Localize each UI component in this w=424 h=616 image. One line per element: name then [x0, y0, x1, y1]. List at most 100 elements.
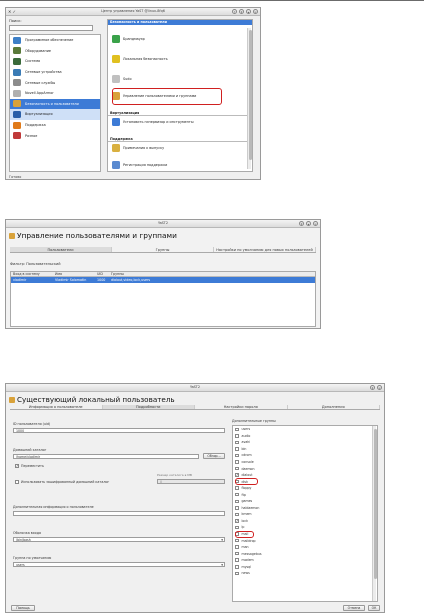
- ok-button[interactable]: ОК: [368, 605, 380, 611]
- module-panel-scrollbar[interactable]: [247, 28, 252, 169]
- size-input[interactable]: 0: [157, 479, 225, 484]
- minimize-icon[interactable]: ▾: [239, 9, 244, 14]
- module-item[interactable]: Sudo: [112, 75, 132, 83]
- sidebar-item[interactable]: Виртуализация: [10, 109, 100, 120]
- uid-input[interactable]: 1000: [13, 428, 225, 433]
- tab-users[interactable]: Пользователи: [10, 247, 112, 252]
- cancel-button[interactable]: Отмена: [343, 605, 365, 611]
- tab-password-settings[interactable]: Настройки пароля: [195, 405, 288, 409]
- page-title-text: Управление пользователями и группами: [17, 231, 177, 240]
- group-name: kmem: [241, 512, 252, 517]
- group-checkbox[interactable]: [235, 565, 239, 569]
- group-name: modem: [241, 558, 254, 563]
- group-checkbox[interactable]: [235, 427, 239, 432]
- software-icon: [13, 36, 21, 44]
- section-support-header: Поддержка: [108, 137, 247, 142]
- tab-plugins[interactable]: Дополнения: [288, 405, 380, 409]
- table-row[interactable]: vladimir Vladimir Solomatin 1000 dialout…: [11, 277, 315, 283]
- page-title: Существующий локальный пользователь: [9, 395, 175, 404]
- group-checkbox[interactable]: [235, 545, 239, 549]
- browse-button[interactable]: Обзор...: [203, 453, 225, 459]
- default-group-select[interactable]: users: [13, 562, 225, 567]
- column-groups[interactable]: Группы: [109, 272, 179, 276]
- minimize-icon[interactable]: ▾: [370, 385, 375, 390]
- tab-details[interactable]: Подробности: [102, 405, 195, 409]
- category-list: Программное обеспечение Оборудование Систе…: [9, 34, 101, 172]
- tab-groups[interactable]: Группы: [112, 247, 214, 252]
- sidebar-item[interactable]: Программное обеспечение: [10, 35, 100, 46]
- encrypted-home-checkbox-box[interactable]: [15, 480, 19, 484]
- group-checkbox-item[interactable]: news: [233, 570, 377, 577]
- user-icon: [9, 396, 15, 403]
- group-checkbox[interactable]: [235, 486, 239, 490]
- encrypted-home-checkbox[interactable]: Использовать зашифрованный домашний ката…: [15, 480, 109, 484]
- sidebar-item[interactable]: Система: [10, 56, 100, 67]
- group-checkbox[interactable]: [235, 499, 239, 504]
- home-dir-input[interactable]: /home/vladimir: [13, 454, 199, 459]
- group-checkbox[interactable]: [235, 440, 239, 445]
- tab-defaults[interactable]: Настройки по умолчанию для новых пользов…: [214, 247, 316, 252]
- sidebar-item[interactable]: Поддержка: [10, 120, 100, 131]
- maximize-icon[interactable]: ▴: [306, 221, 311, 226]
- group-name: lock: [241, 518, 248, 523]
- filter-label[interactable]: Фильтр: Пользовательский: [10, 262, 61, 266]
- maximize-icon[interactable]: ▴: [246, 9, 251, 14]
- group-checkbox[interactable]: [235, 558, 239, 562]
- module-item-label: Примечания к выпуску: [123, 146, 165, 150]
- login-shell-select[interactable]: /bin/bash: [13, 537, 225, 542]
- additional-info-input[interactable]: [13, 511, 225, 516]
- group-checkbox[interactable]: ✓: [235, 519, 239, 523]
- search-input[interactable]: [9, 25, 93, 31]
- group-checkbox[interactable]: [235, 525, 239, 530]
- group-checkbox[interactable]: [235, 551, 239, 556]
- window1-title: Центр управления YaST @linux-8fq6: [101, 9, 165, 13]
- group-checkbox[interactable]: [235, 538, 239, 543]
- existing-local-user-window: YaST2 ▾ × Существующий локальный пользов…: [5, 383, 385, 613]
- tab-user-info[interactable]: Информация о пользователе: [10, 405, 103, 409]
- sidebar-item-label: Поддержка: [25, 123, 46, 128]
- move-checkbox[interactable]: ✓ Переместить: [15, 464, 44, 468]
- close-icon[interactable]: ×: [253, 9, 258, 14]
- column-login[interactable]: Вход в систему: [11, 272, 53, 276]
- group-checkbox[interactable]: ✓: [235, 473, 239, 477]
- users-table: Вход в систему Имя UID Группы vladimir V…: [10, 271, 316, 327]
- sidebar-item[interactable]: Novell AppArmor: [10, 88, 100, 99]
- sidebar-item[interactable]: Оборудование: [10, 46, 100, 57]
- module-item[interactable]: Регистрация поддержки: [112, 161, 167, 169]
- group-checkbox[interactable]: [235, 460, 239, 464]
- sidebar-item[interactable]: Безопасность и пользователи: [10, 98, 100, 110]
- system-icon: [13, 57, 21, 65]
- group-name: avahi: [241, 440, 251, 445]
- group-checkbox[interactable]: [235, 492, 239, 497]
- move-checkbox-box[interactable]: ✓: [15, 464, 19, 468]
- column-uid[interactable]: UID: [95, 272, 109, 276]
- highlight-dialout: [235, 478, 258, 485]
- group-name: ftp: [241, 492, 246, 497]
- sidebar-item[interactable]: Разное: [10, 130, 100, 141]
- sidebar-item[interactable]: Сетевые службы: [10, 77, 100, 88]
- module-item[interactable]: Установить гипервизор и инструменты: [112, 118, 194, 126]
- close-icon[interactable]: ×: [313, 221, 318, 226]
- group-checkbox[interactable]: [235, 571, 239, 576]
- group-checkbox[interactable]: [235, 453, 239, 458]
- minimize-icon[interactable]: ▾: [299, 221, 304, 226]
- module-item[interactable]: Брандмауэр: [112, 35, 145, 43]
- sidebar-item-label: Программное обеспечение: [25, 38, 74, 43]
- module-item[interactable]: Локальная безопасность: [112, 55, 168, 63]
- help-button[interactable]: Помощь: [11, 605, 35, 611]
- group-name: console: [241, 460, 254, 464]
- groups-scrollbar[interactable]: [372, 426, 377, 601]
- encrypted-home-checkbox-label: Использовать зашифрованный домашний ката…: [21, 480, 110, 484]
- group-checkbox[interactable]: [235, 512, 239, 517]
- module-item[interactable]: Примечания к выпуску: [112, 144, 164, 152]
- group-checkbox[interactable]: [235, 506, 239, 510]
- support-registration-icon: [112, 161, 120, 169]
- help-icon[interactable]: ?: [232, 9, 237, 14]
- sidebar-item[interactable]: Сетевые устройства: [10, 67, 100, 78]
- group-checkbox[interactable]: [235, 447, 239, 451]
- column-name[interactable]: Имя: [53, 272, 95, 276]
- hypervisor-icon: [112, 118, 120, 126]
- group-checkbox[interactable]: [235, 466, 239, 471]
- close-icon[interactable]: ×: [377, 385, 382, 390]
- group-checkbox[interactable]: [235, 434, 239, 438]
